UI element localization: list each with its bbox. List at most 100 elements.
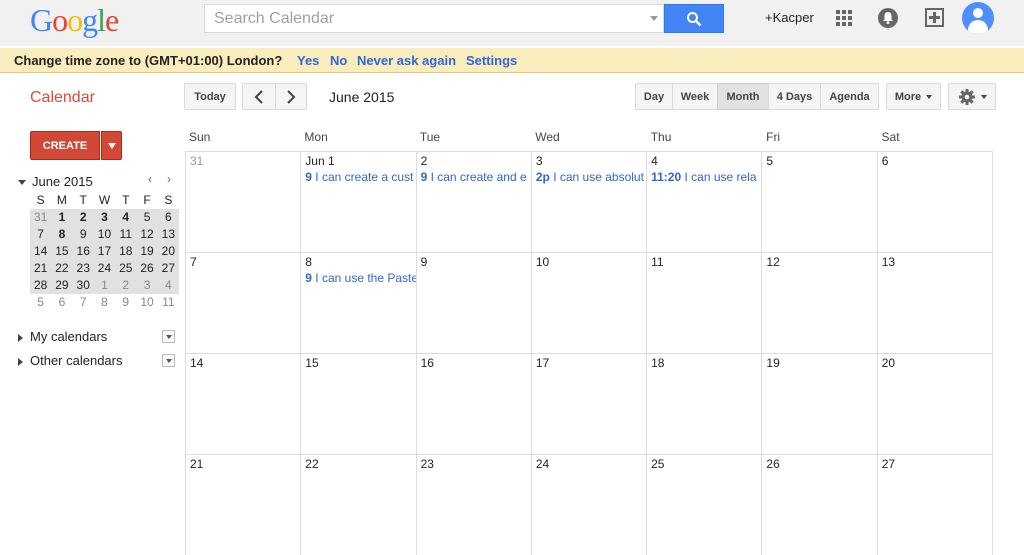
day-number[interactable]: 3 <box>532 152 646 170</box>
mini-calendar-day[interactable]: 17 <box>94 243 115 260</box>
day-number[interactable]: 17 <box>532 354 646 372</box>
mini-calendar-day[interactable]: 6 <box>51 294 72 311</box>
mini-calendar-day[interactable]: 3 <box>94 209 115 226</box>
timezone-settings-link[interactable]: Settings <box>466 53 517 68</box>
day-number[interactable]: 22 <box>301 455 415 473</box>
day-cell[interactable]: 16 <box>415 354 531 454</box>
day-cell[interactable]: 26 <box>761 455 876 555</box>
view-agenda-button[interactable]: Agenda <box>820 83 879 110</box>
event-chip[interactable]: 9 I can use the Paste <box>301 271 415 285</box>
day-cell[interactable]: 29 I can create and e <box>415 152 531 252</box>
day-cell[interactable]: 24 <box>530 455 646 555</box>
mini-calendar-day[interactable]: 5 <box>136 209 157 226</box>
day-number[interactable]: 21 <box>186 455 300 473</box>
share-plus-icon[interactable] <box>925 8 944 27</box>
mini-calendar-day[interactable]: 2 <box>73 209 94 226</box>
mini-calendar-day[interactable]: 28 <box>30 277 51 294</box>
day-number[interactable]: 4 <box>647 152 761 170</box>
day-number[interactable]: 18 <box>647 354 761 372</box>
event-chip[interactable]: 9 I can create and e <box>417 170 531 184</box>
timezone-no-link[interactable]: No <box>330 53 347 68</box>
day-cell[interactable]: 23 <box>415 455 531 555</box>
mini-calendar-day[interactable]: 16 <box>73 243 94 260</box>
day-number[interactable]: 19 <box>762 354 876 372</box>
day-cell[interactable]: 10 <box>530 253 646 353</box>
day-cell[interactable]: 5 <box>761 152 876 252</box>
mini-calendar-day[interactable]: 11 <box>115 226 136 243</box>
timezone-never-ask-link[interactable]: Never ask again <box>357 53 456 68</box>
day-number[interactable]: 23 <box>417 455 531 473</box>
day-number[interactable]: 13 <box>878 253 992 271</box>
mini-calendar-day[interactable]: 8 <box>51 226 72 243</box>
mini-calendar-day[interactable]: 15 <box>51 243 72 260</box>
mini-calendar-day[interactable]: 21 <box>30 260 51 277</box>
day-number[interactable]: 2 <box>417 152 531 170</box>
mini-calendar-day[interactable]: 22 <box>51 260 72 277</box>
day-number[interactable]: 9 <box>417 253 531 271</box>
day-number[interactable]: 7 <box>186 253 300 271</box>
mini-calendar-day[interactable]: 19 <box>136 243 157 260</box>
settings-menu-button[interactable] <box>948 83 996 110</box>
day-number[interactable]: 20 <box>878 354 992 372</box>
apps-grid-icon[interactable] <box>836 10 852 26</box>
mini-calendar-day[interactable]: 1 <box>51 209 72 226</box>
day-number[interactable]: 12 <box>762 253 876 271</box>
day-cell[interactable]: 27 <box>876 455 993 555</box>
day-cell[interactable]: 25 <box>646 455 761 555</box>
day-number[interactable]: 31 <box>186 152 300 170</box>
day-cell[interactable]: 21 <box>185 455 300 555</box>
mini-calendar-day[interactable]: 10 <box>136 294 157 311</box>
day-cell[interactable]: 31 <box>185 152 300 252</box>
my-calendars-toggle[interactable]: My calendars <box>18 329 107 344</box>
day-number[interactable]: 15 <box>301 354 415 372</box>
day-number[interactable]: 26 <box>762 455 876 473</box>
mini-calendar-day[interactable]: 13 <box>158 226 179 243</box>
more-menu-button[interactable]: More <box>886 83 941 110</box>
mini-calendar-day[interactable]: 7 <box>30 226 51 243</box>
mini-calendar-day[interactable]: 9 <box>115 294 136 311</box>
day-number[interactable]: 24 <box>532 455 646 473</box>
mini-calendar-day[interactable]: 9 <box>73 226 94 243</box>
view-4days-button[interactable]: 4 Days <box>768 83 821 110</box>
mini-calendar-day[interactable]: 10 <box>94 226 115 243</box>
mini-calendar-day[interactable]: 5 <box>30 294 51 311</box>
other-calendars-menu-button[interactable] <box>162 354 175 367</box>
mini-calendar-day[interactable]: 23 <box>73 260 94 277</box>
user-profile-link[interactable]: +Kacper <box>765 10 814 25</box>
day-cell[interactable]: 6 <box>876 152 993 252</box>
view-month-button[interactable]: Month <box>717 83 769 110</box>
mini-calendar-day[interactable]: 29 <box>51 277 72 294</box>
day-cell[interactable]: 18 <box>646 354 761 454</box>
event-chip[interactable]: 2p I can use absolut <box>532 170 646 184</box>
today-button[interactable]: Today <box>184 83 236 110</box>
mini-calendar-day[interactable]: 11 <box>158 294 179 311</box>
mini-calendar-day[interactable]: 12 <box>136 226 157 243</box>
mini-calendar-day[interactable]: 4 <box>115 209 136 226</box>
day-number[interactable]: 8 <box>301 253 415 271</box>
search-box[interactable] <box>204 4 664 33</box>
day-cell[interactable]: 11 <box>646 253 761 353</box>
mini-calendar-day[interactable]: 25 <box>115 260 136 277</box>
avatar[interactable] <box>962 2 994 34</box>
mini-next-chevron-icon[interactable]: › <box>167 172 171 186</box>
mini-calendar-day[interactable]: 18 <box>115 243 136 260</box>
mini-calendar-day[interactable]: 8 <box>94 294 115 311</box>
day-cell[interactable]: 15 <box>300 354 415 454</box>
my-calendars-menu-button[interactable] <box>162 330 175 343</box>
create-dropdown-button[interactable] <box>101 131 122 160</box>
mini-calendar-day[interactable]: 2 <box>115 277 136 294</box>
day-number[interactable]: Jun 1 <box>301 152 415 170</box>
mini-calendar-day[interactable]: 1 <box>94 277 115 294</box>
mini-calendar-day[interactable]: 20 <box>158 243 179 260</box>
mini-calendar-day[interactable]: 31 <box>30 209 51 226</box>
day-cell[interactable]: 20 <box>876 354 993 454</box>
day-cell[interactable]: 7 <box>185 253 300 353</box>
mini-calendar-day[interactable]: 6 <box>158 209 179 226</box>
day-number[interactable]: 16 <box>417 354 531 372</box>
mini-calendar-day[interactable]: 24 <box>94 260 115 277</box>
mini-prev-chevron-icon[interactable]: ‹ <box>148 172 152 186</box>
day-cell[interactable]: 9 <box>415 253 531 353</box>
mini-calendar-day[interactable]: 30 <box>73 277 94 294</box>
day-cell[interactable]: 13 <box>876 253 993 353</box>
day-number[interactable]: 11 <box>647 253 761 271</box>
